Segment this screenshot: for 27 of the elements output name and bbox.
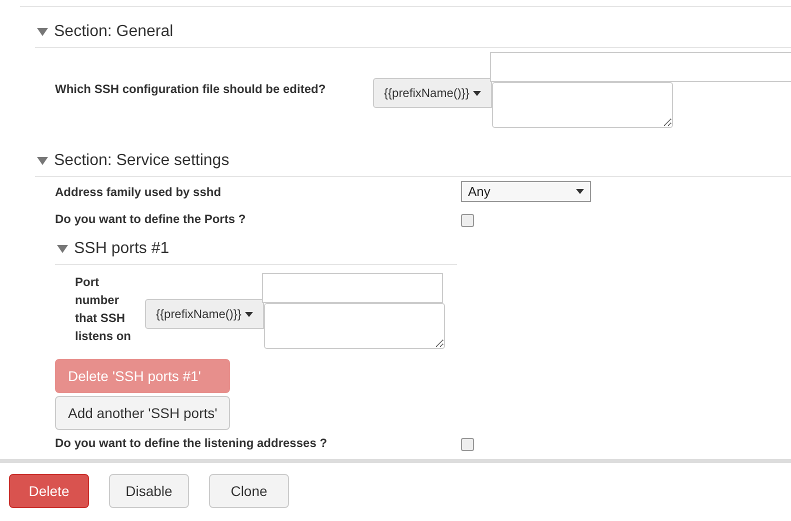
field-label: Do you want to define the Ports ? bbox=[55, 211, 247, 228]
checkbox[interactable] bbox=[461, 214, 474, 227]
collapse-triangle-icon[interactable] bbox=[57, 245, 68, 253]
add-group-button[interactable]: Add another 'SSH ports' bbox=[55, 396, 230, 430]
caret-icon bbox=[245, 312, 254, 316]
caret-icon bbox=[576, 189, 584, 194]
select-dropdown[interactable]: Any bbox=[461, 181, 591, 202]
collapse-triangle-icon[interactable] bbox=[37, 157, 48, 165]
collapse-triangle-icon[interactable] bbox=[37, 28, 48, 36]
checkbox[interactable] bbox=[461, 438, 474, 451]
field-label: Port number that SSH listens on bbox=[75, 274, 132, 345]
field-label: Do you want to define the listening addresses ? bbox=[55, 435, 328, 452]
prefix-dropdown-button[interactable]: {{prefixName()}} bbox=[373, 78, 492, 108]
delete-button[interactable]: Delete bbox=[9, 474, 89, 508]
text-area[interactable] bbox=[492, 82, 674, 128]
footer-button[interactable]: Clone bbox=[209, 474, 289, 508]
text-input[interactable] bbox=[490, 52, 791, 82]
section-title: Section: Service settings bbox=[54, 152, 230, 170]
text-input[interactable] bbox=[262, 273, 444, 303]
text-area[interactable] bbox=[264, 303, 446, 349]
field-label: Address family used by sshd bbox=[55, 184, 222, 200]
caret-icon bbox=[473, 90, 482, 96]
footer-button[interactable]: Disable bbox=[109, 474, 189, 508]
section-title: Section: General bbox=[54, 23, 174, 41]
field-label: Which SSH configuration file should be edited? bbox=[55, 81, 327, 98]
prefix-dropdown-button[interactable]: {{prefixName()}} bbox=[145, 299, 264, 329]
subsection-title: SSH ports #1 bbox=[74, 240, 170, 258]
